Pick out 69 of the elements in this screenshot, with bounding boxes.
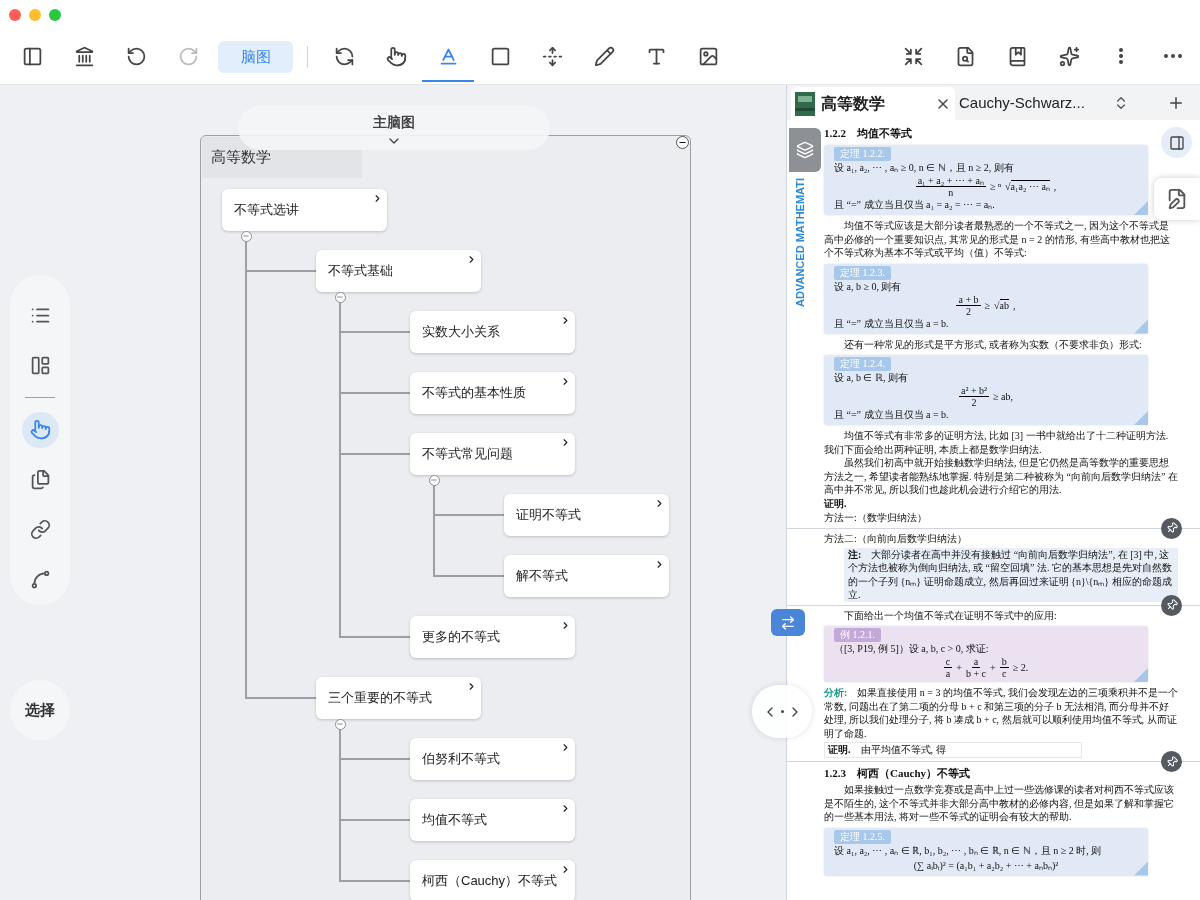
formula-text: + bbox=[990, 661, 996, 675]
formula-text: , bbox=[1053, 180, 1057, 194]
fraction-numerator: a₁ + a₂ + ⋯ + aₙ bbox=[915, 175, 986, 187]
mind-map-node[interactable]: 伯努利不等式 bbox=[410, 738, 575, 780]
fraction-numerator: c bbox=[943, 656, 953, 668]
box-text: （[3, P19, 例 5]）设 a, b, c > 0, 求证: bbox=[834, 642, 990, 656]
mind-map-title: 主脑图 bbox=[373, 113, 415, 132]
note-text: 注: 大部分读者在高中并没有接触过 “向前向后数学归纳法”, 在 [3] 中, 这个方法也被称为倒向归纳法, 或 “留空回填” 法. 它的基本思想是先对自然数的一个子列 {nₘ} 证明命题成立, 然后再回过来证明 {n}\{nₘ} 相应的命题成立. bbox=[844, 547, 1178, 602]
section-heading: 1.2.3 柯西（Cauchy）不等式 bbox=[824, 766, 972, 781]
box-text: 且 “=” 成立当且仅当 a = b. bbox=[834, 408, 950, 422]
formula-text: ≥ bbox=[984, 298, 991, 313]
tab-label: Cauchy-Schwarz... bbox=[959, 93, 1085, 114]
mind-map-node[interactable]: 不等式选讲 bbox=[222, 189, 387, 231]
box-text: 且 “=” 成立当且仅当 a₁ = a₂ = ⋯ = aₙ. bbox=[834, 198, 996, 212]
paragraph: 还有一种常见的形式是平方形式, 或者称为实数（不要求非负）形式: bbox=[843, 337, 1143, 351]
fraction-denominator: c bbox=[1001, 668, 1007, 679]
box-label: 例 1.2.1. bbox=[834, 628, 881, 642]
formula-text: ≥ ⁿ bbox=[989, 180, 1002, 194]
mind-map-node[interactable]: 不等式基础 bbox=[316, 250, 481, 292]
formula-text: ≥ 2. bbox=[1012, 661, 1029, 675]
spine-text: ADVANCED MATHEMATI bbox=[793, 178, 807, 307]
paragraph: 虽然我们初高中就开始接触数学归纳法, 但是它仍然是高等数学的重要思想方法之一, 希望读者能熟练地掌握. 特别是第二种被称为 “向前向后数学归纳法” 在高中并不常见, 所以我们也趁此机会进行介绍它的用法. bbox=[824, 456, 1178, 497]
square-root: √a₁a₂ ⋯ aₙ bbox=[1005, 179, 1050, 194]
formula-text: ≥ ab, bbox=[993, 390, 1013, 404]
document-tab[interactable]: 高等数学 bbox=[791, 87, 955, 120]
box-text: 设 a₁, a₂, ⋯ , aₙ ∈ ℝ, b₁, b₂, ⋯ , bₙ ∈ ℝ, n ∈ ℕ，且 n ≥ 2 时, 则 bbox=[834, 843, 1103, 858]
fraction-denominator: n bbox=[948, 187, 954, 198]
box-label: 定理 1.2.3. bbox=[834, 265, 891, 280]
formula-text: + bbox=[956, 661, 962, 675]
select-button[interactable]: 选择 bbox=[10, 680, 70, 740]
box-text: 设 a, b ∈ ℝ, 则有 bbox=[834, 371, 909, 385]
formula-text: , bbox=[1013, 298, 1016, 313]
mind-map-node[interactable]: 实数大小关系 bbox=[410, 311, 575, 353]
tab-label: 高等数学 bbox=[821, 93, 885, 114]
mind-map-title-bar[interactable]: 主脑图 bbox=[238, 106, 550, 150]
mind-map-node[interactable]: 不等式常见问题 bbox=[410, 433, 575, 475]
text-line: 方法二:（向前向后数学归纳法） bbox=[824, 531, 968, 546]
box-text: 设 a, b ≥ 0, 则有 bbox=[834, 279, 903, 294]
proof-text: 证明. 由平均值不等式, 得 bbox=[824, 742, 1082, 758]
fraction-numerator: a + b bbox=[956, 293, 981, 306]
box-label: 定理 1.2.5. bbox=[834, 829, 891, 844]
mind-map-node[interactable]: 均值不等式 bbox=[410, 799, 575, 841]
square-root: √ab bbox=[994, 297, 1009, 313]
box-text: 设 a₁, a₂, ⋯ , aₙ ≥ 0, n ∈ ℕ，且 n ≥ 2, 则有 bbox=[834, 161, 1015, 175]
mind-map-node[interactable]: 三个重要的不等式 bbox=[316, 677, 481, 719]
paragraph: 下面给出一个均值不等式在证明不等式中的应用: bbox=[843, 608, 1058, 622]
box-label: 定理 1.2.2. bbox=[834, 147, 891, 161]
fraction-numerator: a bbox=[971, 656, 981, 668]
fraction-denominator: b + c bbox=[965, 668, 986, 679]
mind-map-node[interactable]: 更多的不等式 bbox=[410, 616, 575, 658]
analysis-text: 分析: 如果直接使用 n = 3 的均值不等式, 我们会发现左边的三项乘积并不是一个常数, 问题出在了第二项的分母 b + c 和第三项的分子 b 无法相消, 而分母并不好处理, 所以我们处理分子, 将 b 凑成 b + c, 然后就可以顺利使用均值不等式, 从而证明了命题. bbox=[824, 686, 1178, 740]
paragraph: 如果接触过一点数学竞赛或是高中上过一些选修课的读者对柯西不等式应该是不陌生的, 这个不等式并非大部分高中教材的必修内容, 但是如果了解和掌握它的一些基本用法, 将对一些不等式的证明会有较大的帮助. bbox=[824, 783, 1175, 824]
mind-map-node[interactable]: 证明不等式 bbox=[504, 494, 669, 536]
mind-map-node[interactable]: 不等式的基本性质 bbox=[410, 372, 575, 414]
paragraph: 均值不等式有非常多的证明方法, 比如 [3] 一书中就给出了十二种证明方法. 我们下面会给出两种证明, 本质上都是数学归纳法. bbox=[824, 429, 1170, 456]
fraction-numerator: a² + b² bbox=[959, 385, 990, 397]
box-text: 且 “=” 成立当且仅当 a = b. bbox=[834, 316, 950, 331]
fraction-denominator: 2 bbox=[971, 397, 977, 408]
mind-map-node[interactable]: 柯西（Cauchy）不等式 bbox=[410, 860, 575, 900]
fraction-denominator: a bbox=[945, 668, 951, 679]
text-line: 方法一:（数学归纳法） bbox=[824, 510, 928, 525]
section-heading: 1.2.2 均值不等式 bbox=[824, 126, 913, 141]
mind-map-node[interactable]: 解不等式 bbox=[504, 555, 669, 597]
paragraph: 均值不等式应该是大部分读者最熟悉的一个不等式之一, 因为这个不等式是高中必修的一个重要知识点, 其常见的形式是 n = 2 的情形, 有些高中教材也把这个不等式称为基本不等式或平均（值）不等式: bbox=[824, 219, 1171, 260]
box-label: 定理 1.2.4. bbox=[834, 357, 891, 371]
fraction-numerator: b bbox=[999, 656, 1009, 668]
proof-text: 证明. bbox=[824, 496, 848, 511]
formula-text: (∑ aᵢbᵢ)² = (a₁b₁ + a₂b₂ + ⋯ + aₙbₙ)² bbox=[913, 858, 1059, 873]
fraction-denominator: 2 bbox=[966, 305, 971, 317]
